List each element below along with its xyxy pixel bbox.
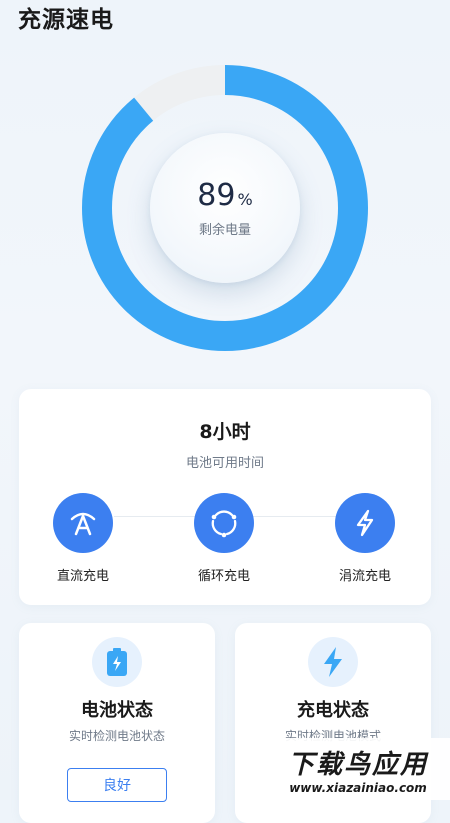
mode-trickle-charge[interactable]: 涓流充电 xyxy=(320,493,410,584)
watermark-url: www.xiazainiao.com xyxy=(289,780,427,795)
watermark-title: 下载鸟应用 xyxy=(287,749,428,780)
trickle-charge-icon xyxy=(335,493,395,553)
direct-charge-icon xyxy=(53,493,113,553)
mode-cycle-charge-label: 循环充电 xyxy=(197,569,250,584)
battery-icon xyxy=(92,637,142,687)
battery-status-button[interactable]: 良好 xyxy=(67,768,167,802)
battery-center: 89 % 剩余电量 xyxy=(150,133,300,283)
charge-status-title: 充电状态 xyxy=(297,700,369,721)
battery-percent: 89 % xyxy=(197,178,252,213)
battery-percent-unit: % xyxy=(237,190,253,209)
battery-remaining-label: 剩余电量 xyxy=(198,223,251,238)
battery-time-value: 8小时 xyxy=(199,421,251,443)
battery-status-subtitle: 实时检测电池状态 xyxy=(68,729,165,743)
battery-status-card[interactable]: 电池状态 实时检测电池状态 良好 xyxy=(19,623,215,823)
watermark-logo: 下载鸟应用 www.xiazainiao.com xyxy=(266,738,450,800)
battery-status-title: 电池状态 xyxy=(81,700,153,721)
mode-cycle-charge[interactable]: 循环充电 xyxy=(179,493,269,584)
battery-percent-value: 89 xyxy=(197,178,236,213)
mode-direct-charge-label: 直流充电 xyxy=(56,569,109,584)
mode-direct-charge[interactable]: 直流充电 xyxy=(38,493,128,584)
battery-time-label: 电池可用时间 xyxy=(185,456,264,471)
app-title: 充源速电 xyxy=(18,7,114,33)
cycle-charge-icon xyxy=(194,493,254,553)
lightning-icon xyxy=(308,637,358,687)
battery-ring: 89 % 剩余电量 xyxy=(80,63,370,353)
mode-trickle-charge-label: 涓流充电 xyxy=(338,569,391,584)
battery-time-card: 8小时 电池可用时间 直流充电 循环充电 涓流充电 xyxy=(19,389,431,605)
